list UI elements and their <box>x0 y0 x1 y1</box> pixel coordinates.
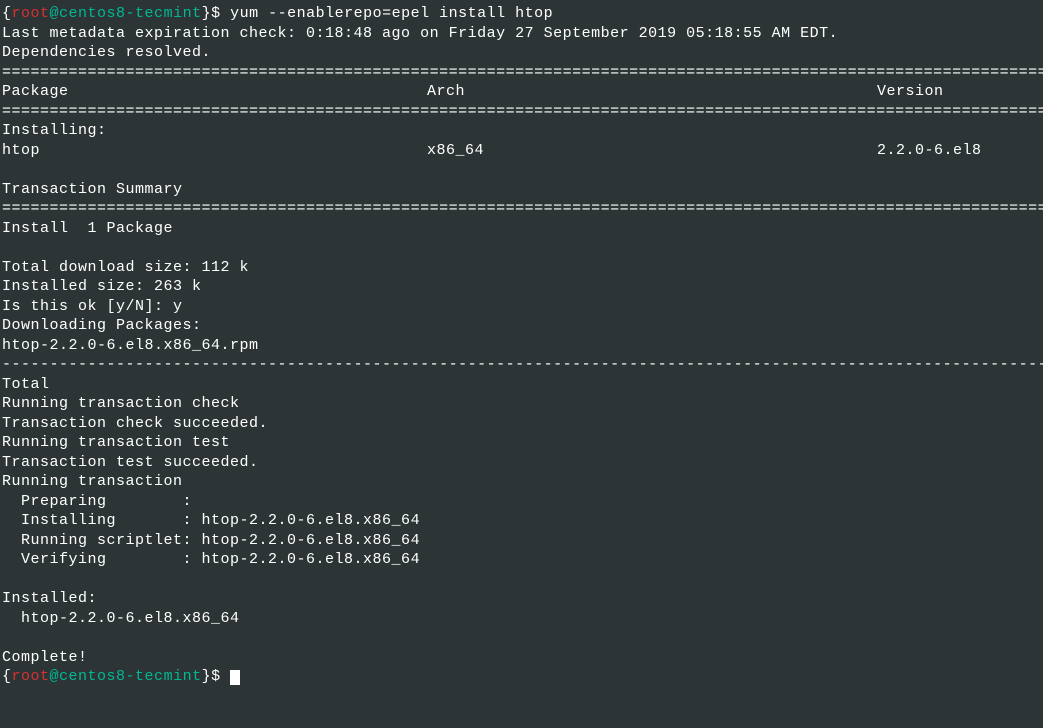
header-package: Package <box>2 82 427 102</box>
blank-line <box>2 160 1041 180</box>
terminal-output[interactable]: {root@centos8-tecmint}$ yum --enablerepo… <box>0 0 1043 691</box>
pkg-arch: x86_64 <box>427 141 877 161</box>
header-arch: Arch <box>427 82 877 102</box>
deps-resolved-line: Dependencies resolved. <box>2 43 1041 63</box>
run-trans: Running transaction <box>2 472 1041 492</box>
prompt-line-1: {root@centos8-tecmint}$ yum --enablerepo… <box>2 4 1041 24</box>
brace-close: } <box>202 5 212 22</box>
brace-close: } <box>202 668 212 685</box>
prompt-at: @ <box>50 668 60 685</box>
test-ok: Transaction test succeeded. <box>2 453 1041 473</box>
install-count: Install 1 Package <box>2 219 1041 239</box>
cursor-icon <box>230 670 240 685</box>
prompt-host: centos8-tecmint <box>59 5 202 22</box>
prompt-user: root <box>12 668 50 685</box>
prompt-line-2[interactable]: {root@centos8-tecmint}$ <box>2 667 1041 687</box>
installed-header: Installed: <box>2 589 1041 609</box>
prompt-at: @ <box>50 5 60 22</box>
trans-summary-header: Transaction Summary <box>2 180 1041 200</box>
installing-step: Installing : htop-2.2.0-6.el8.x86_64 <box>2 511 1041 531</box>
pkg-version: 2.2.0-6.el8 <box>877 141 1041 161</box>
check-ok: Transaction check succeeded. <box>2 414 1041 434</box>
run-test: Running transaction test <box>2 433 1041 453</box>
prompt-user: root <box>12 5 50 22</box>
installing-section: Installing: <box>2 121 1041 141</box>
brace-open: { <box>2 668 12 685</box>
divider: ========================================… <box>2 199 1041 219</box>
divider: ========================================… <box>2 102 1041 122</box>
table-row: htop x86_64 2.2.0-6.el8 <box>2 141 1041 161</box>
prompt-host: centos8-tecmint <box>59 668 202 685</box>
download-size: Total download size: 112 k <box>2 258 1041 278</box>
verifying-step: Verifying : htop-2.2.0-6.el8.x86_64 <box>2 550 1041 570</box>
blank-line <box>2 570 1041 590</box>
downloading-line: Downloading Packages: <box>2 316 1041 336</box>
prompt-dollar: $ <box>211 5 230 22</box>
divider: ========================================… <box>2 63 1041 83</box>
installed-size: Installed size: 263 k <box>2 277 1041 297</box>
divider-dash: ----------------------------------------… <box>2 355 1041 375</box>
header-version: Version <box>877 82 1041 102</box>
metadata-line: Last metadata expiration check: 0:18:48 … <box>2 24 1041 44</box>
scriptlet-step: Running scriptlet: htop-2.2.0-6.el8.x86_… <box>2 531 1041 551</box>
brace-open: { <box>2 5 12 22</box>
rpm-file: htop-2.2.0-6.el8.x86_64.rpm <box>2 336 1041 356</box>
blank-line <box>2 238 1041 258</box>
complete-line: Complete! <box>2 648 1041 668</box>
pkg-name: htop <box>2 141 427 161</box>
command-text: yum --enablerepo=epel install htop <box>230 5 553 22</box>
table-header: Package Arch Version <box>2 82 1041 102</box>
total-line: Total <box>2 375 1041 395</box>
run-check: Running transaction check <box>2 394 1041 414</box>
preparing: Preparing : <box>2 492 1041 512</box>
confirm-prompt: Is this ok [y/N]: y <box>2 297 1041 317</box>
installed-pkg: htop-2.2.0-6.el8.x86_64 <box>2 609 1041 629</box>
blank-line <box>2 628 1041 648</box>
prompt-dollar: $ <box>211 668 230 685</box>
